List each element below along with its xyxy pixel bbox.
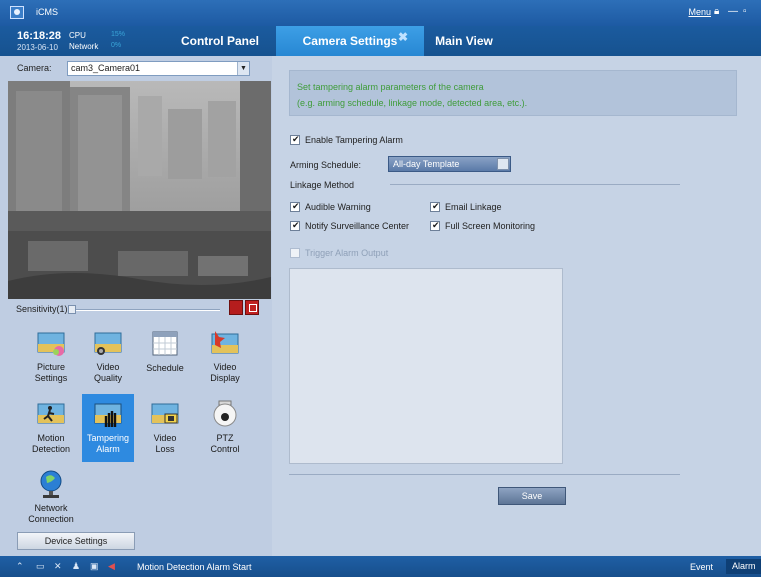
bottom-divider <box>289 474 680 475</box>
right-panel: Set tampering alarm parameters of the ca… <box>272 56 761 556</box>
calendar-icon[interactable] <box>497 158 509 170</box>
ptz-control-icon <box>213 400 237 427</box>
enable-tampering-checkbox[interactable]: Enable Tampering Alarm <box>290 134 403 145</box>
video-quality-icon <box>94 332 122 355</box>
checkbox-box[interactable] <box>290 248 300 258</box>
tool-motion-detection[interactable]: Motion Detection <box>25 394 77 462</box>
checkbox-box[interactable] <box>290 220 300 231</box>
arming-schedule-value: All-day Template <box>393 159 460 169</box>
info-line-2: (e.g. arming schedule, linkage mode, det… <box>297 98 528 108</box>
section-divider <box>390 184 680 185</box>
window-icon[interactable]: ▣ <box>90 561 99 572</box>
left-panel: Camera: cam3_Camera01 ▼ Sensitivity(1) P… <box>0 56 272 556</box>
notify-center-label: Notify Surveillance Center <box>305 221 410 231</box>
picture-settings-icon <box>37 332 65 356</box>
camera-row: Camera: cam3_Camera01 ▼ <box>0 56 272 80</box>
user-icon[interactable]: ♟ <box>72 561 80 572</box>
video-display-icon <box>211 331 239 354</box>
camera-select-value: cam3_Camera01 <box>71 63 141 73</box>
checkbox-box[interactable] <box>290 201 300 212</box>
status-message: Motion Detection Alarm Start <box>137 562 252 572</box>
tool-picture-settings[interactable]: Picture Settings <box>25 323 77 391</box>
full-screen-monitoring-checkbox[interactable]: Full Screen Monitoring <box>430 220 536 231</box>
device-settings-button[interactable]: Device Settings <box>17 532 135 550</box>
tool-video-quality[interactable]: Video Quality <box>82 323 134 391</box>
lock-icon[interactable]: 🔒︎ <box>714 6 719 17</box>
restore-icon[interactable]: ▫ <box>743 6 747 17</box>
camera-select[interactable]: cam3_Camera01 ▼ <box>67 61 250 76</box>
email-linkage-label: Email Linkage <box>445 202 502 212</box>
pin-icon[interactable]: ✕ <box>54 561 62 572</box>
city-skyline-image <box>8 81 271 299</box>
status-bar: ⌃ ▭ ✕ ♟ ▣ ◀ Motion Detection Alarm Start… <box>0 556 761 577</box>
alarm-tab[interactable]: Alarm <box>726 559 761 574</box>
info-box: Set tampering alarm parameters of the ca… <box>289 70 737 116</box>
tampering-alarm-icon <box>94 403 122 427</box>
camera-label: Camera: <box>17 63 52 73</box>
sensitivity-slider[interactable] <box>68 309 220 311</box>
network-connection-icon <box>40 470 62 498</box>
notify-center-checkbox[interactable]: Notify Surveillance Center <box>290 220 410 231</box>
enable-tampering-label: Enable Tampering Alarm <box>305 135 403 145</box>
audible-warning-label: Audible Warning <box>305 202 371 212</box>
camera-preview <box>8 81 271 299</box>
video-loss-icon <box>151 403 179 424</box>
trigger-alarm-output-checkbox[interactable]: Trigger Alarm Output <box>290 248 388 258</box>
area-clear-button[interactable] <box>245 300 259 315</box>
sensitivity-slider-handle[interactable] <box>68 305 76 314</box>
monitor-icon[interactable]: ▭ <box>36 561 45 572</box>
minimize-icon[interactable]: — <box>728 6 738 17</box>
checkbox-box[interactable] <box>430 220 440 231</box>
tab-bar: 16:18:28 2013-06-10 CPU 15% Network 0% C… <box>0 26 761 56</box>
network-value: 0% <box>111 42 122 49</box>
expand-up-icon[interactable]: ⌃ <box>16 561 24 572</box>
cpu-value: 15% <box>111 31 126 38</box>
alarm-output-list[interactable] <box>289 268 563 464</box>
network-label: Network <box>69 42 99 51</box>
tab-control-panel[interactable]: Control Panel <box>170 26 270 56</box>
save-button[interactable]: Save <box>498 487 566 505</box>
tool-tampering-alarm[interactable]: Tampering Alarm <box>82 394 134 462</box>
sensitivity-row: Sensitivity(1) <box>0 299 272 319</box>
sensitivity-label: Sensitivity(1) <box>16 304 68 314</box>
email-linkage-checkbox[interactable]: Email Linkage <box>430 201 502 212</box>
app-logo-icon <box>10 6 24 19</box>
event-tab[interactable]: Event <box>690 562 713 572</box>
linkage-method-label: Linkage Method <box>290 180 355 190</box>
checkbox-box[interactable] <box>290 134 300 145</box>
tab-main-view[interactable]: Main View <box>424 26 504 56</box>
arming-schedule-select[interactable]: All-day Template <box>388 156 511 172</box>
tool-video-display[interactable]: Video Display <box>199 323 251 391</box>
close-tab-icon[interactable]: ✖ <box>398 30 408 44</box>
checkbox-box[interactable] <box>430 201 440 212</box>
menu-link[interactable]: Menu <box>688 7 711 17</box>
cpu-label: CPU <box>69 31 86 40</box>
tool-network-connection[interactable]: Network Connection <box>25 464 77 530</box>
chevron-down-icon[interactable]: ▼ <box>237 62 249 75</box>
trigger-alarm-output-label: Trigger Alarm Output <box>305 248 389 258</box>
clock-date: 2013-06-10 <box>17 43 58 52</box>
title-bar: iCMS Menu 🔒︎ — ▫ <box>0 0 761 26</box>
clock-time: 16:18:28 <box>17 30 62 42</box>
full-screen-monitoring-label: Full Screen Monitoring <box>445 221 536 231</box>
schedule-icon <box>152 331 178 356</box>
app-name: iCMS <box>36 7 58 17</box>
info-line-1: Set tampering alarm parameters of the ca… <box>297 82 484 92</box>
area-draw-button[interactable] <box>229 300 243 315</box>
speaker-icon[interactable]: ◀ <box>108 561 115 572</box>
tool-video-loss[interactable]: Video Loss <box>139 394 191 462</box>
motion-detection-icon <box>37 403 65 424</box>
tool-schedule[interactable]: Schedule <box>139 323 191 391</box>
arming-schedule-label: Arming Schedule: <box>290 160 362 170</box>
audible-warning-checkbox[interactable]: Audible Warning <box>290 201 371 212</box>
tool-ptz-control[interactable]: PTZ Control <box>199 394 251 462</box>
